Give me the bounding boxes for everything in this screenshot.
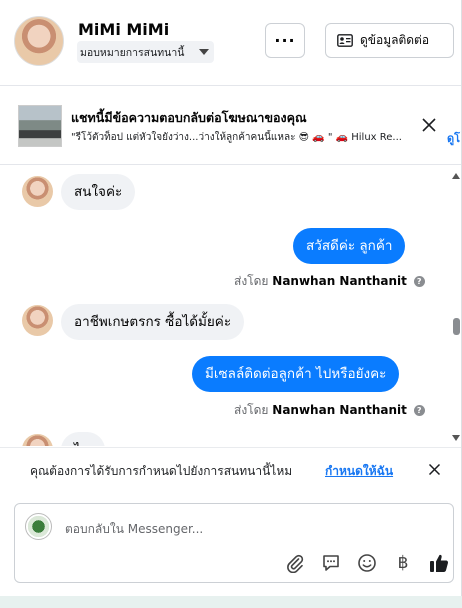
caret-down-icon xyxy=(199,49,209,55)
thumbs-up-icon[interactable] xyxy=(421,552,457,574)
ad-banner-subtitle: "รีโว้ตัวท็อป แต่หัวใจยังว่าง...ว่างให้ล… xyxy=(71,130,447,145)
close-icon[interactable] xyxy=(428,463,441,476)
contact-avatar[interactable] xyxy=(14,16,64,66)
contact-card-icon xyxy=(337,34,353,47)
outgoing-message: มีเซลล์ติดต่อลูกค้า ไปหรือยังคะ xyxy=(192,356,400,392)
contact-avatar-small xyxy=(22,434,53,446)
ad-banner-link[interactable]: ดูโ xyxy=(447,129,460,147)
ad-reply-banner[interactable]: แชทนี้มีข้อความตอบกลับต่อโฆษณาของคุณ "รี… xyxy=(0,87,461,165)
conversation-header: MiMi MiMi มอบหมายการสนทนานี้ ··· ดูข้อมู… xyxy=(0,0,461,86)
scroll-up-arrow[interactable] xyxy=(452,173,460,179)
conversation-panel: MiMi MiMi มอบหมายการสนทนานี้ ··· ดูข้อมู… xyxy=(0,0,462,596)
assign-to-me-link[interactable]: กำหนดให้ฉัน xyxy=(325,462,393,481)
assign-prompt-text: คุณต้องการได้รับการกำหนดไปยังการสนทนานี้… xyxy=(30,464,293,478)
help-icon[interactable]: ? xyxy=(413,405,425,416)
sent-by-prefix: ส่งโดย xyxy=(234,274,269,288)
contact-name[interactable]: MiMi MiMi xyxy=(78,20,169,39)
ad-banner-snippet: "รีโว้ตัวท็อป แต่หัวใจยังว่าง...ว่างให้ล… xyxy=(71,132,402,143)
sent-by-prefix: ส่งโดย xyxy=(234,403,269,417)
reply-input[interactable]: ตอบกลับใน Messenger... xyxy=(65,520,203,539)
ad-thumbnail xyxy=(18,105,62,147)
paperclip-icon[interactable] xyxy=(277,553,313,573)
message-thread: สนใจค่ะ สวัสดีค่ะ ลูกค้า ส่งโดย Nanwhan … xyxy=(0,166,461,446)
smiley-icon[interactable] xyxy=(349,553,385,573)
sent-by-name: Nanwhan Nanthanit xyxy=(272,274,407,288)
incoming-message: สนใจค่ะ xyxy=(61,174,136,210)
assign-prompt: คุณต้องการได้รับการกำหนดไปยังการสนทนานี้… xyxy=(0,447,461,489)
footer-strip xyxy=(0,596,462,608)
assign-dropdown[interactable]: มอบหมายการสนทนานี้ xyxy=(77,41,214,63)
incoming-message: อาชีพเกษตรกร ซื้อได้มั้ยค่ะ xyxy=(61,304,245,340)
reply-composer[interactable]: ตอบกลับใน Messenger... ฿ xyxy=(14,503,454,583)
composer-toolbar: ฿ xyxy=(277,551,457,575)
page-avatar xyxy=(25,513,52,540)
sent-by-name: Nanwhan Nanthanit xyxy=(272,403,407,417)
close-icon[interactable] xyxy=(421,117,437,133)
scrollbar-thumb[interactable] xyxy=(453,318,460,335)
more-options-button[interactable]: ··· xyxy=(265,23,305,58)
ad-banner-title: แชทนี้มีข้อความตอบกลับต่อโฆษณาของคุณ xyxy=(71,110,307,125)
view-contact-button[interactable]: ดูข้อมูลติดต่อ xyxy=(325,23,454,58)
baht-icon[interactable]: ฿ xyxy=(385,553,421,573)
contact-avatar-small xyxy=(22,176,53,207)
scroll-down-arrow[interactable] xyxy=(452,435,460,441)
assign-dropdown-label: มอบหมายการสนทนานี้ xyxy=(80,46,185,59)
incoming-message: ไ ร xyxy=(61,432,106,446)
contact-avatar-small xyxy=(22,305,53,336)
outgoing-message: สวัสดีค่ะ ลูกค้า xyxy=(293,228,406,264)
sent-by-label: ส่งโดย Nanwhan Nanthanit ? xyxy=(234,401,425,420)
view-contact-label: ดูข้อมูลติดต่อ xyxy=(360,33,430,47)
sent-by-label: ส่งโดย Nanwhan Nanthanit ? xyxy=(234,272,425,291)
help-icon[interactable]: ? xyxy=(413,276,425,287)
chat-icon[interactable] xyxy=(313,553,349,573)
